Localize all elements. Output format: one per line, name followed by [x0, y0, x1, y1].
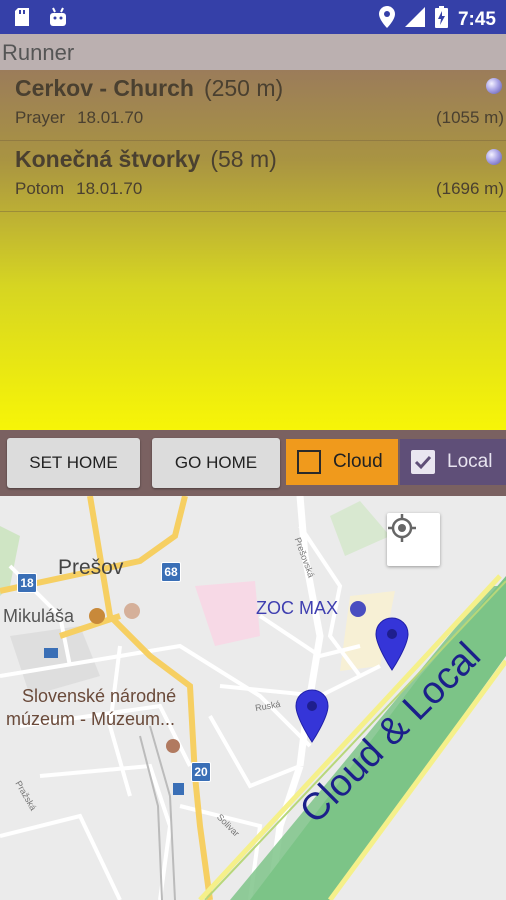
item-name: Cerkov - Church [15, 75, 194, 101]
map-marker-icon[interactable] [294, 688, 330, 746]
local-checkbox-label: Local [447, 451, 493, 472]
sd-card-icon [14, 7, 30, 32]
item-total-distance: (1696 m) [435, 179, 504, 198]
item-name: Konečná štvorky [15, 146, 201, 172]
item-distance: (250 m) [203, 75, 284, 101]
my-location-button[interactable] [387, 513, 440, 566]
map-label-presov: Prešov [58, 556, 124, 579]
android-icon [48, 7, 68, 32]
location-icon [378, 6, 395, 33]
app-title: Runner [2, 40, 75, 65]
app-title-bar: Runner [0, 34, 506, 70]
checkbox-checked-icon [411, 450, 435, 474]
action-toolbar: SET HOME GO HOME Cloud Local [0, 430, 506, 496]
status-time: 7:45 [457, 8, 496, 30]
map-marker-icon[interactable] [374, 616, 410, 674]
crosshair-icon [388, 514, 416, 542]
item-note: Potom [15, 179, 65, 198]
cloud-checkbox-label: Cloud [333, 451, 383, 472]
go-home-button[interactable]: GO HOME [152, 438, 280, 488]
cloud-checkbox[interactable]: Cloud [286, 439, 398, 485]
list-item[interactable]: Cerkov - Church (250 m) Prayer 18.01.70 (1… [0, 70, 506, 141]
checkbox-unchecked-icon [297, 450, 321, 474]
status-bar: 7:45 [0, 0, 506, 34]
map-label-mikulasa: Mikuláša [3, 606, 75, 626]
item-date: 18.01.70 [76, 179, 143, 198]
map-label-museum: Slovenské národné [22, 686, 177, 706]
list-item[interactable]: Konečná štvorky (58 m) Potom 18.01.70 (169… [0, 141, 506, 212]
battery-charging-icon [434, 6, 448, 33]
map-label-museum-2: múzeum - Múzeum... [6, 709, 176, 729]
route-shield: 18 [17, 573, 37, 593]
route-shield: 20 [191, 762, 211, 782]
set-home-button[interactable]: SET HOME [7, 438, 140, 488]
item-total-distance: (1055 m) [435, 108, 504, 127]
signal-icon [404, 7, 425, 32]
local-checkbox[interactable]: Local [400, 439, 506, 485]
status-dot-icon [486, 149, 502, 165]
item-distance: (58 m) [210, 146, 277, 172]
status-dot-icon [486, 78, 502, 94]
location-list: Cerkov - Church (250 m) Prayer 18.01.70 (1… [0, 70, 506, 430]
map-label-zoc-max: ZOC MAX [256, 598, 339, 618]
item-note: Prayer [15, 108, 66, 127]
item-date: 18.01.70 [77, 108, 144, 127]
route-shield: 68 [161, 562, 181, 582]
